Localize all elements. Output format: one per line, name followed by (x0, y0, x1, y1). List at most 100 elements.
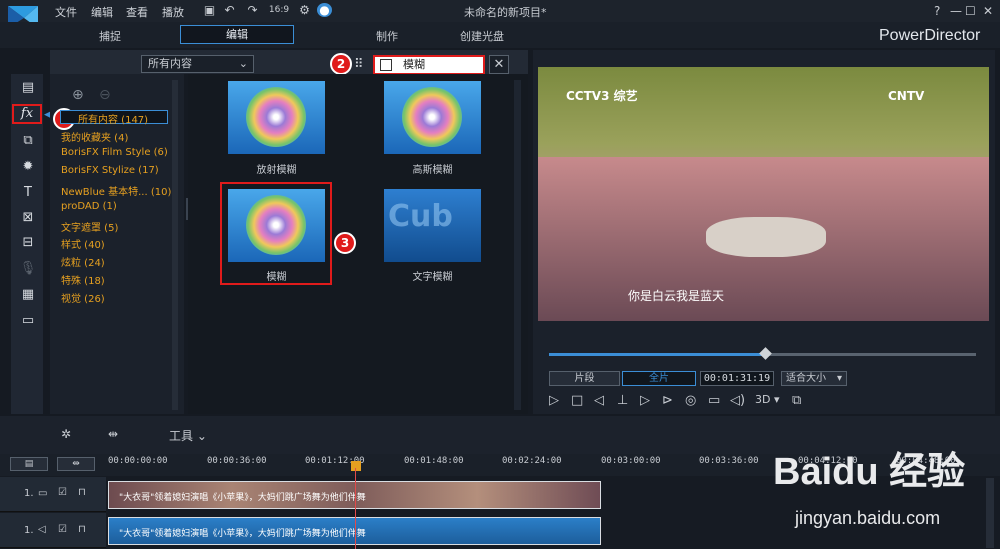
video-clip-title: "大衣哥"领着媳妇演唱《小苹果》，大妈们跳广场舞为他们伴舞 (119, 493, 366, 503)
subtitle-icon[interactable]: ▭ (708, 393, 720, 408)
next-frame-icon[interactable]: ▷ (640, 393, 650, 408)
category-borisfx-stylize[interactable]: BorisFX Stylize (17) (61, 165, 159, 176)
3d-mode-button[interactable]: 3D ▾ (755, 393, 780, 406)
effect-label: 高斯模糊 (412, 165, 453, 176)
step-badge-3: 3 (334, 232, 356, 254)
category-borisfx-film[interactable]: BorisFX Film Style (6) (61, 147, 168, 158)
media-room-icon[interactable]: ▤ (19, 80, 37, 96)
zoom-fit-icon[interactable]: ⇹ (57, 457, 95, 471)
previous-frame-icon[interactable]: ◁ (594, 393, 604, 408)
fast-forward-icon[interactable]: ⊳ (662, 393, 673, 408)
step-badge-2: 2 (330, 53, 352, 75)
fit-size-select[interactable]: 适合大小 ▾ (781, 371, 847, 386)
undock-icon[interactable]: ⧉ (792, 393, 801, 408)
track-lock-icon[interactable]: ⊓ (78, 524, 86, 535)
menu-view[interactable]: 查看 (126, 4, 148, 20)
chapter-icon[interactable]: ▦ (19, 287, 37, 303)
particle-icon[interactable]: ✹ (19, 159, 37, 175)
menu-edit[interactable]: 编辑 (91, 4, 113, 20)
ruler-tick: 00:01:48:00 (404, 456, 464, 466)
title-room-icon[interactable]: T (19, 185, 37, 201)
browser-scrollbar[interactable] (514, 80, 521, 410)
watermark-logo: CNTV (888, 89, 925, 103)
chevron-down-icon: ▾ (836, 373, 842, 384)
tools-label: 工具 (169, 429, 194, 443)
tab-capture[interactable]: 捕捉 (99, 28, 121, 44)
magic-tool-icon[interactable]: ✲ (61, 427, 71, 441)
audio-mixing-icon[interactable]: ⊟ (19, 235, 37, 251)
undo-icon[interactable]: ↶ (222, 3, 237, 17)
timeline-scrollbar[interactable] (986, 478, 994, 548)
movie-mode-button[interactable]: 全片 (622, 371, 696, 386)
fit-timeline-icon[interactable]: ⇹ (108, 427, 118, 441)
tab-produce[interactable]: 制作 (376, 28, 398, 44)
content-filter-dropdown[interactable]: 所有内容 ⌄ (141, 55, 254, 73)
voice-over-icon[interactable]: 🎙 (19, 261, 37, 277)
timecode-display[interactable]: 00:01:31:19 (700, 371, 774, 386)
maximize-button[interactable]: ☐ (965, 4, 976, 18)
effect-label: 模糊 (266, 272, 287, 283)
stop-icon[interactable]: □ (571, 393, 583, 408)
channel-logo: CCTV3 综艺 (566, 89, 638, 103)
track-manager-icon[interactable]: ▤ (10, 457, 48, 471)
chevron-down-icon: ⌄ (238, 57, 248, 70)
effect-thumb-radial-blur[interactable] (228, 81, 325, 154)
effect-thumb-gaussian-blur[interactable] (384, 81, 481, 154)
close-button[interactable]: ✕ (983, 4, 993, 18)
effect-preview-icon (402, 87, 462, 147)
play-icon[interactable]: ▷ (549, 393, 559, 408)
minimize-button[interactable]: — (950, 4, 962, 18)
playhead-marker[interactable] (351, 461, 361, 471)
tab-create-disc[interactable]: 创建光盘 (460, 28, 504, 44)
category-special[interactable]: 特殊 (18) (61, 272, 105, 287)
tools-menu[interactable]: 工具 ⌄ (169, 427, 207, 444)
category-particle[interactable]: 炫粒 (24) (61, 254, 105, 269)
effect-thumb-text-blur[interactable]: Cub (384, 189, 481, 262)
subtitle-room-icon[interactable]: ▭ (19, 313, 37, 329)
ruler-tick: 00:03:00:00 (601, 456, 661, 466)
search-input[interactable]: 模糊 (373, 55, 485, 75)
text-blur-preview-icon: Cub (388, 199, 453, 234)
playhead[interactable] (355, 468, 356, 549)
add-tag-icon[interactable]: ⊕ (72, 87, 84, 103)
category-text-mask[interactable]: 文字遮罩 (5) (61, 219, 118, 234)
category-all[interactable]: 所有内容 (147) (78, 111, 148, 126)
track-enable-checkbox[interactable]: ☑ (58, 524, 67, 535)
redo-icon[interactable]: ↷ (245, 3, 260, 17)
remove-tag-icon[interactable]: ⊖ (99, 87, 111, 103)
fx-room-icon[interactable]: fx (12, 104, 42, 124)
category-vision[interactable]: 视觉 (26) (61, 290, 105, 305)
tab-edit[interactable]: 编辑 (180, 25, 294, 44)
effect-thumb-blur[interactable] (228, 189, 325, 262)
effect-preview-icon (246, 195, 306, 255)
snapshot-icon[interactable]: ◎ (685, 393, 696, 408)
clear-search-button[interactable]: ✕ (489, 55, 509, 74)
category-newblue[interactable]: NewBlue 基本特... (10) (61, 183, 171, 198)
notification-icon[interactable]: ● (317, 3, 332, 17)
transition-icon[interactable]: ⊠ (19, 210, 37, 226)
pip-objects-icon[interactable]: ⧉ (19, 133, 37, 149)
track-lock-icon[interactable]: ⊓ (78, 487, 86, 498)
effect-label: 放射模糊 (256, 165, 297, 176)
clip-mode-button[interactable]: 片段 (549, 371, 620, 386)
track-enable-checkbox[interactable]: ☑ (58, 487, 67, 498)
category-scrollbar[interactable] (172, 80, 178, 410)
menu-play[interactable]: 播放 (162, 4, 184, 20)
volume-icon[interactable]: ◁) (730, 393, 745, 408)
help-button[interactable]: ? (934, 4, 940, 18)
menu-file[interactable]: 文件 (55, 4, 77, 20)
category-prodad[interactable]: proDAD (1) (61, 201, 117, 212)
category-style[interactable]: 样式 (40) (61, 236, 105, 251)
effect-label: 文字模糊 (412, 272, 453, 283)
ruler-tick: 00:02:24:00 (502, 456, 562, 466)
audio-clip-title: "大衣哥"领着媳妇演唱《小苹果》，大妈们跳广场舞为他们伴舞 (119, 529, 366, 539)
view-grid-icon[interactable]: ⠿ (354, 57, 364, 72)
audio-track-label: 1. (24, 525, 34, 536)
settings-icon[interactable]: ⚙ (297, 3, 312, 17)
split-icon[interactable]: ⊥ (617, 393, 628, 408)
ruler-tick: 00:03:36:00 (699, 456, 759, 466)
category-favorites[interactable]: 我的收藏夹 (4) (61, 129, 128, 144)
aspect-ratio-select[interactable]: 16:9 (267, 3, 291, 17)
video-preview[interactable] (538, 67, 989, 321)
save-icon[interactable]: ▣ (202, 3, 217, 17)
